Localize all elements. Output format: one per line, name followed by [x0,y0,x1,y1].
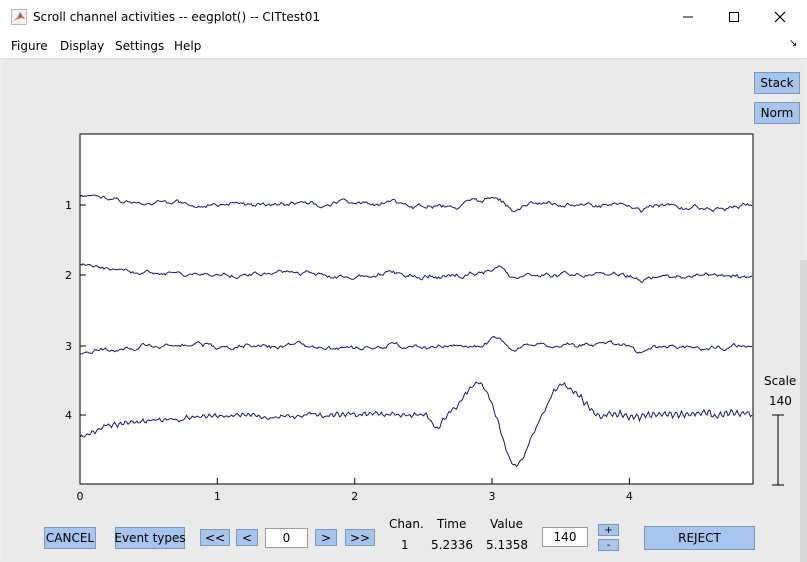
value-value: 5.1358 [486,538,528,552]
value-label: Value [490,517,523,531]
prev-page-button[interactable]: << [200,529,230,546]
channel-label: 3 [65,340,72,353]
x-tick-label: 4 [626,490,633,503]
x-tick-label: 2 [351,490,358,503]
scale-input[interactable]: 140 [542,527,588,547]
stack-button[interactable]: Stack [754,72,800,94]
norm-button[interactable]: Norm [754,102,800,124]
axes-box[interactable] [79,133,754,485]
next-button[interactable]: > [315,529,337,546]
time-label: Time [437,517,467,531]
channel-label: 2 [65,269,72,282]
x-tick-label: 0 [77,490,84,503]
scale-bar [772,414,784,486]
x-tick-label: 3 [489,490,496,503]
scale-label: Scale [764,374,797,388]
eeg-plot: 1 2 3 4 0 1 2 3 4 [65,133,784,503]
event-types-button[interactable]: Event types [114,527,186,549]
scale-plus-button[interactable]: + [598,524,619,536]
channel-label: 4 [65,409,72,422]
chan-label: Chan. [389,517,424,531]
chan-value: 1 [401,538,409,552]
x-tick-label: 1 [214,490,221,503]
cancel-button[interactable]: CANCEL [44,527,96,549]
scale-value: 140 [769,394,792,408]
reject-button[interactable]: REJECT [644,526,755,550]
scale-minus-button[interactable]: - [598,539,619,551]
next-page-button[interactable]: >> [345,529,375,546]
channel-label: 1 [65,199,72,212]
prev-button[interactable]: < [236,529,258,546]
time-value: 5.2336 [431,538,473,552]
position-input[interactable]: 0 [265,528,308,548]
